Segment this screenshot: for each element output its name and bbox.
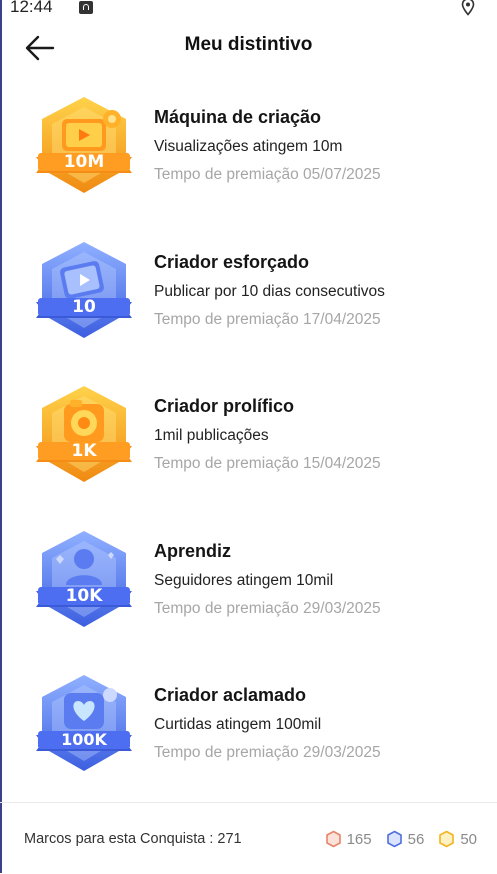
blue-count-value: 56	[407, 830, 425, 848]
badge-label: 10M	[63, 152, 105, 172]
notification-app-icon	[79, 1, 93, 14]
badge-award-date: Tempo de premiação 29/03/2025	[154, 744, 381, 761]
gold-hexagon-icon	[439, 830, 455, 848]
badge-100k-icon: 100K	[28, 669, 140, 781]
badge-award-date: Tempo de premiação 05/07/2025	[154, 166, 381, 183]
badge-award-date: Tempo de premiação 29/03/2025	[154, 599, 381, 617]
header: Meu distintivo	[0, 26, 497, 70]
badge-name: Aprendiz	[154, 540, 232, 561]
badge-item[interactable]: 10 Criador esforçado Publicar por 10 dia…	[0, 231, 497, 376]
badge-label: 10K	[65, 585, 103, 606]
badge-item[interactable]: 10M Máquina de criação Visualizações ati…	[0, 86, 497, 231]
badge-description: Seguidores atingem 10mil	[154, 571, 334, 589]
badge-description: 1mil publicações	[154, 427, 269, 444]
status-bar: 12:44	[0, 0, 497, 18]
badge-award-date: Tempo de premiação 15/04/2025	[154, 455, 381, 472]
badge-item[interactable]: 100K Criador aclamado Curtidas atingem 1…	[0, 664, 497, 809]
gold-count: 50	[438, 830, 477, 848]
badge-list: 10M Máquina de criação Visualizações ati…	[0, 86, 497, 809]
badge-name: Máquina de criação	[154, 107, 322, 127]
tier-counts: 165 56 50	[317, 830, 477, 848]
page-title: Meu distintivo	[184, 34, 313, 55]
badge-description: Visualizações atingem 10m	[154, 138, 343, 155]
badge-10k-icon: 10K	[28, 525, 140, 637]
badge-award-date: Tempo de premiação 17/04/2025	[154, 310, 381, 328]
bronze-count-value: 165	[346, 830, 372, 848]
badge-item[interactable]: 1K Criador prolífico 1mil publicações Te…	[0, 375, 497, 520]
badge-10m-icon: 10M	[28, 91, 140, 203]
milestones-label: Marcos para esta Conquista : 271	[24, 831, 242, 847]
badge-name: Criador prolífico	[154, 396, 295, 416]
badge-name: Criador esforçado	[154, 251, 310, 272]
badge-item[interactable]: 10K Aprendiz Seguidores atingem 10mil Te…	[0, 520, 497, 665]
bronze-count: 165	[325, 830, 372, 848]
badge-label: 1K	[71, 441, 97, 461]
blue-hexagon-icon	[386, 830, 402, 848]
footer: Marcos para esta Conquista : 271 165 56 …	[0, 802, 497, 874]
location-pin-icon	[461, 0, 475, 16]
badge-description: Publicar por 10 dias consecutivos	[154, 282, 385, 300]
badge-description: Curtidas atingem 100mil	[154, 716, 322, 733]
badge-label: 100K	[61, 730, 107, 749]
gold-count-value: 50	[460, 830, 477, 848]
badge-label: 10	[72, 296, 96, 317]
badge-name: Criador aclamado	[154, 685, 307, 705]
blue-count: 56	[386, 830, 425, 848]
bronze-hexagon-icon	[325, 830, 341, 848]
badge-1k-icon: 1K	[28, 380, 140, 492]
badge-10-days-icon: 10	[28, 236, 140, 348]
status-time: 12:44	[10, 0, 53, 16]
